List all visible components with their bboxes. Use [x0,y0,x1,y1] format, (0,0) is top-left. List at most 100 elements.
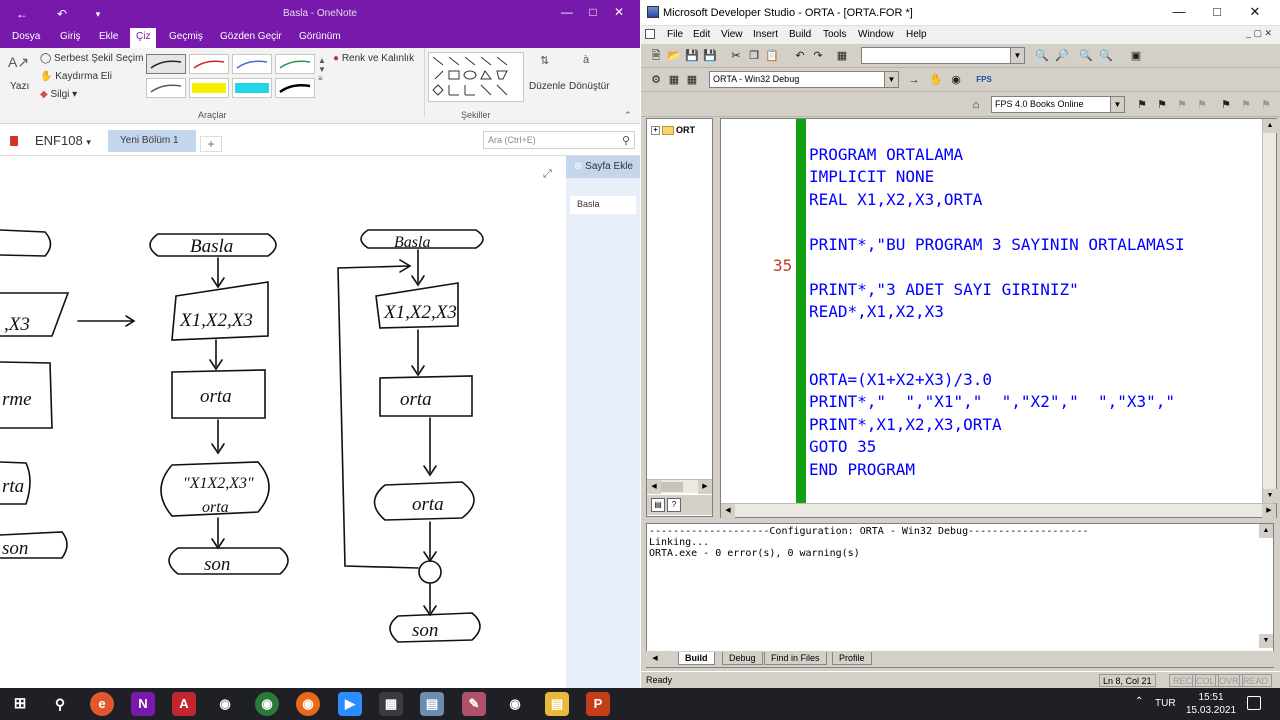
panning-hand-button[interactable]: ✋ Kaydırma Eli [40,71,112,82]
expand-icon[interactable]: ⤢ [543,168,552,181]
project-tree-item[interactable]: + ORT [651,125,695,136]
paint-icon[interactable]: ✎ [462,692,486,716]
tab-scroll-left-icon[interactable]: ◀ [648,652,662,665]
tab-build[interactable]: Build [678,652,715,665]
menu-insert[interactable]: Insert [753,29,778,40]
powerpoint-icon[interactable]: P [586,692,610,716]
edit-button-label[interactable]: Düzenle [529,81,566,92]
infoview-tab-icon[interactable]: ? [667,498,681,512]
tab-giris[interactable]: Giriş [60,31,81,42]
tab-gecmis[interactable]: Geçmiş [169,31,203,42]
tab-debug[interactable]: Debug [722,652,763,665]
chevron-down-icon[interactable]: ▼ [1110,97,1124,112]
type-button-label[interactable]: Yazı [10,81,29,92]
chrome-icon[interactable]: ◉ [255,692,279,716]
collapse-ribbon-icon[interactable]: ⌃ [624,110,632,121]
pen-gray[interactable] [146,78,186,98]
type-text-icon[interactable]: A↗ [8,54,29,71]
pen-blue[interactable] [232,54,272,74]
windows-start-icon[interactable]: ⊞ [8,692,32,716]
fps-icon[interactable]: FPS [975,71,993,89]
tab-gorunum[interactable]: Görünüm [299,31,341,42]
highlighter-yellow[interactable] [189,78,229,98]
go-icon[interactable]: → [905,71,923,89]
scroll-right-icon[interactable]: ▶ [1262,504,1276,518]
scroll-down-icon[interactable]: ▼ [1259,634,1273,648]
tab-find-in-files[interactable]: Find in Files [764,652,827,665]
next-topic-icon[interactable]: ⚑ [1193,96,1211,114]
build-all-icon[interactable]: ▦ [683,71,701,89]
browse-next-icon[interactable]: 🔍 [1097,47,1115,65]
acrobat-icon[interactable]: A [172,692,196,716]
save-icon[interactable]: 💾 [683,47,701,65]
scroll-up-icon[interactable]: ▲ [1259,524,1273,538]
new-file-icon[interactable]: 🗎 [647,47,665,65]
maximize-icon[interactable]: □ [580,5,606,19]
search-query-icon[interactable]: ⚑ [1133,96,1151,114]
pen-black-thin[interactable] [146,54,186,74]
mdi-controls[interactable]: _ ▢ ✕ [1246,28,1272,39]
chevron-down-icon[interactable]: ▼ [1010,48,1024,63]
sync-contents-icon[interactable]: ⚑ [1217,96,1235,114]
hand-icon[interactable]: ✋ [927,71,945,89]
compile-icon[interactable]: ⚙ [647,71,665,89]
add-section-button[interactable]: + [200,136,222,152]
redo-icon[interactable]: ↷ [809,47,827,65]
convert-button-label[interactable]: Dönüştür [569,81,610,92]
eraser-button[interactable]: ◆ Silgi ▾ [40,89,77,100]
search-input[interactable]: Ara (Ctrl+E) ⚲ [483,131,635,149]
onenote-icon[interactable]: N [131,692,155,716]
next-book-icon[interactable]: ⚑ [1257,96,1275,114]
menu-tools[interactable]: Tools [823,29,846,40]
shapes-gallery[interactable] [428,52,524,102]
fileview-tab-icon[interactable]: ▤ [651,498,665,512]
prev-book-icon[interactable]: ⚑ [1237,96,1255,114]
undo-icon[interactable]: ↶ [791,47,809,65]
file-explorer-icon[interactable]: ▤ [545,692,569,716]
code-text[interactable]: PROGRAM ORTALAMA IMPLICIT NONE REAL X1,X2,… [809,121,1269,526]
pen-green[interactable] [275,54,315,74]
quick-access-dropdown-icon[interactable]: ▾ [90,6,106,22]
scroll-left-icon[interactable]: ◀ [721,504,735,518]
tab-ciz[interactable]: Çiz [130,28,157,48]
editor-vertical-scrollbar[interactable]: ▲ ▼ [1262,119,1277,503]
notebook-name[interactable]: ENF108 ▾ [35,133,91,148]
tray-chevron-up-icon[interactable]: ⌃ [1135,696,1143,707]
section-tab[interactable]: Yeni Bölüm 1 [108,130,196,152]
paste-icon[interactable]: 📋 [763,47,781,65]
app-icon[interactable]: ▤ [420,692,444,716]
scroll-right-icon[interactable]: ▶ [698,480,712,494]
document-icon[interactable] [645,29,655,39]
minimize-icon[interactable]: — [1160,4,1198,19]
chevron-down-icon[interactable]: ▼ [884,72,898,87]
menu-file[interactable]: File [667,29,683,40]
workspace-scrollbar[interactable]: ◀ ▶ [647,479,712,494]
page-item[interactable]: Basla [570,196,636,214]
maximize-icon[interactable]: □ [1198,4,1236,19]
save-all-icon[interactable]: 💾 [701,47,719,65]
devstudio-taskbar-icon[interactable]: ▦ [379,692,403,716]
pen-red[interactable] [189,54,229,74]
find-in-files-icon[interactable]: 🔍 [1033,47,1051,65]
scroll-down-icon[interactable]: ▼ [1263,489,1277,503]
edge-icon[interactable]: e [90,692,114,716]
color-thickness-button[interactable]: ● Renk ve Kalınlık [333,53,414,64]
minimize-icon[interactable]: — [554,5,580,19]
scroll-up-icon[interactable]: ▲ [1263,119,1277,133]
lasso-select-button[interactable]: ◯ Serbest Şekil Seçim [40,53,143,64]
breakpoint-icon[interactable]: ◉ [947,71,965,89]
search-icon[interactable]: ⚲ [622,134,630,147]
pens-scroll-icon[interactable]: ▲ ▼ ≡ [318,56,326,83]
configuration-combo[interactable]: ORTA - Win32 Debug ▼ [709,71,899,88]
browse-icon[interactable]: 🔍 [1077,47,1095,65]
books-online-combo[interactable]: FPS 4.0 Books Online ▼ [991,96,1125,113]
close-icon[interactable]: ✕ [1236,4,1274,20]
expand-icon[interactable]: + [651,126,660,136]
editor-horizontal-scrollbar[interactable]: ◀ ▶ [721,503,1276,518]
obs-icon-2[interactable]: ◉ [503,692,527,716]
menu-build[interactable]: Build [789,29,811,40]
workspace-icon[interactable]: ▦ [833,47,851,65]
tab-gozden-gecir[interactable]: Gözden Geçir [220,31,282,42]
scroll-left-icon[interactable]: ◀ [647,480,661,494]
find-combo[interactable]: ▼ [861,47,1025,64]
